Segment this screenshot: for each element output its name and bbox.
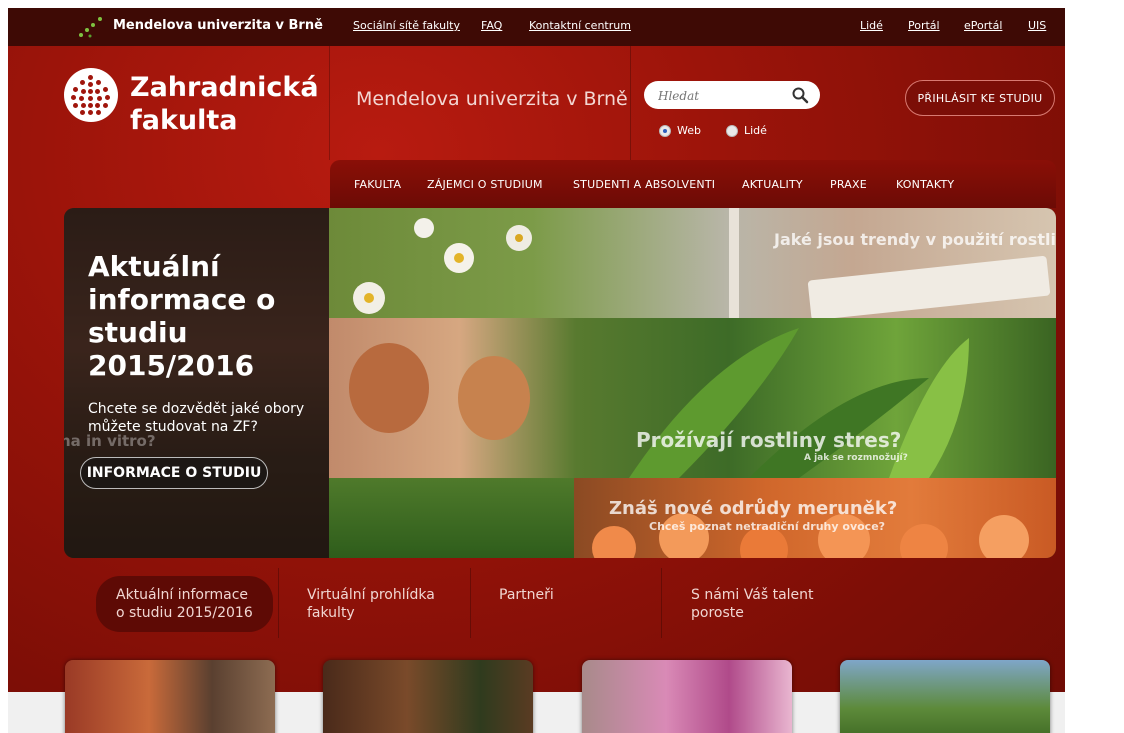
radio-people-label: Lidé [744,124,767,137]
card-garden[interactable] [840,660,1050,733]
tab-label: o studiu 2015/2016 [116,605,253,621]
nav-item-students[interactable]: STUDENTI A ABSOLVENTI [573,178,715,191]
tab-talent[interactable]: S námi Váš talent poroste [691,586,814,622]
banner-image-flowers[interactable] [329,208,1056,318]
link-eportal[interactable]: ePortál [964,19,1002,32]
radio-people-button[interactable] [726,124,738,137]
link-contact-center[interactable]: Kontaktní centrum [529,19,631,32]
search-input[interactable] [656,86,790,106]
card-library[interactable] [65,660,275,733]
banner-title: Aktuální informace o studiu 2015/2016 [88,250,276,382]
link-uis[interactable]: UIS [1028,19,1046,32]
radio-web-label: Web [677,124,701,137]
card-wine-cellar[interactable] [323,660,533,733]
study-info-button[interactable]: INFORMACE O STUDIU [80,457,268,489]
faculty-name-line2: fakulta [130,105,238,136]
main-navigation: FAKULTA ZÁJEMCI O STUDIUM STUDENTI A ABS… [330,160,1056,208]
divider [630,46,631,160]
tab-label: Aktuální informace [116,587,249,603]
page: Mendelova univerzita v Brně Sociální sít… [8,8,1065,733]
nav-item-contacts[interactable]: KONTAKTY [896,178,954,191]
radio-web[interactable]: Web [659,124,701,137]
apply-to-study-button[interactable]: PŘIHLÁSIT KE STUDIU [905,80,1055,116]
nav-item-applicants[interactable]: ZÁJEMCI O STUDIUM [427,178,543,191]
university-title: Mendelova univerzita v Brně [356,88,628,110]
tab-divider [470,568,471,638]
nav-item-news[interactable]: AKTUALITY [742,178,803,191]
tab-label: fakulty [307,605,355,621]
tab-label: poroste [691,605,744,621]
tab-virtual-tour[interactable]: Virtuální prohlídka fakulty [307,586,435,622]
radio-people[interactable]: Lidé [726,124,767,137]
plants-illustration [349,328,969,478]
top-bar: Mendelova univerzita v Brně Sociální sít… [8,8,1065,46]
caption-plant-stress-sub: A jak se rozmnožují? [804,453,908,463]
tab-study-info[interactable]: Aktuální informace o studiu 2015/2016 [96,576,273,632]
banner-image-plants[interactable] [329,318,1056,478]
banner-subtitle: Chcete se dozvědět jaké obory můžete stu… [88,401,305,435]
caption-plant-trends: Jaké jsou trendy v použití rostlin? [774,230,1056,249]
tab-label: S námi Váš talent [691,587,814,603]
flowers-illustration [353,208,1051,318]
tab-divider [278,568,279,638]
divider [329,46,330,160]
tab-partners[interactable]: Partneři [499,586,554,604]
search-icon[interactable] [791,86,809,104]
link-portal[interactable]: Portál [908,19,940,32]
tab-label: Virtuální prohlídka [307,587,435,603]
banner-image-field[interactable] [329,478,574,558]
banner-tabs: Aktuální informace o studiu 2015/2016 Vi… [64,568,1056,638]
caption-apricots: Znáš nové odrůdy meruněk? [609,498,898,519]
radio-web-button[interactable] [659,124,671,137]
university-name[interactable]: Mendelova univerzita v Brně [113,18,323,33]
nav-item-faculty[interactable]: FAKULTA [354,178,401,191]
card-orchids[interactable] [582,660,792,733]
nav-item-practice[interactable]: PRAXE [830,178,867,191]
tab-divider [661,568,662,638]
faculty-logo-icon [64,68,118,122]
caption-plant-stress: Prožívají rostliny stres? [636,428,902,452]
hero-banner[interactable]: Jaké jsou trendy v použití rostlin? Prož… [64,208,1056,558]
tab-label: Partneři [499,587,554,603]
link-people[interactable]: Lidé [860,19,883,32]
faculty-name-line1: Zahradnická [130,72,319,103]
link-faq[interactable]: FAQ [481,19,502,32]
caption-apricots-sub: Chceš poznat netradiční druhy ovoce? [649,520,886,533]
search-box [644,81,820,109]
link-social-networks[interactable]: Sociální sítě fakulty [353,19,460,32]
university-logo-icon [79,17,102,38]
